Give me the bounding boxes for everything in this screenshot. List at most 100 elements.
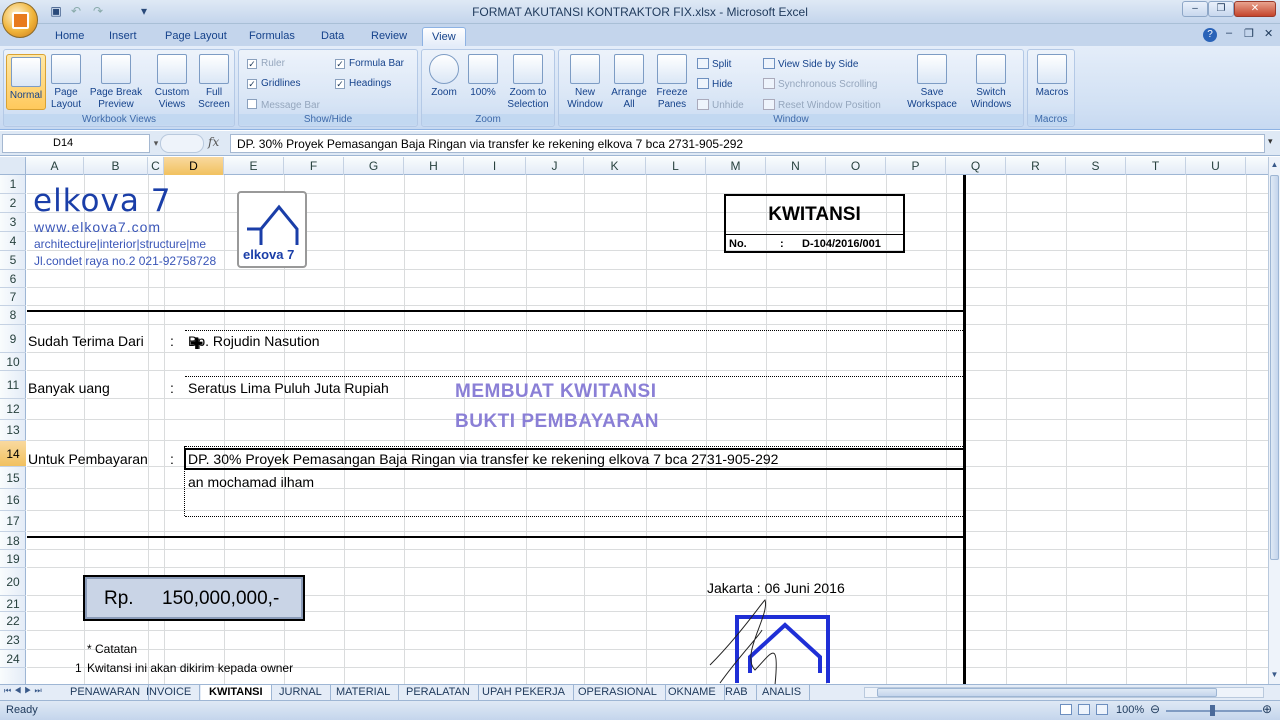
column-header-s[interactable]: S bbox=[1066, 157, 1126, 175]
expand-formula-bar-icon[interactable]: ▾ bbox=[1268, 136, 1273, 147]
save-icon[interactable]: ▣ bbox=[48, 4, 64, 19]
zoom-in-icon[interactable]: ⊕ bbox=[1262, 702, 1272, 716]
formula-bar-checkbox[interactable]: ✓ Formula Bar bbox=[335, 58, 404, 69]
zoom-slider-thumb[interactable] bbox=[1210, 705, 1215, 716]
full-screen-button[interactable]: Full Screen bbox=[196, 54, 232, 111]
page-layout-view-button[interactable]: Page Layout bbox=[48, 54, 84, 111]
switch-windows-icon bbox=[976, 54, 1006, 84]
split-button[interactable]: Split bbox=[697, 58, 731, 70]
select-all-corner[interactable] bbox=[0, 157, 26, 175]
switch-windows-button[interactable]: Switch Windows bbox=[963, 54, 1019, 111]
normal-view-button[interactable]: Normal bbox=[6, 54, 46, 110]
sheet-tab-material[interactable]: MATERIAL bbox=[328, 685, 400, 700]
minimize-button[interactable]: – bbox=[1182, 1, 1208, 17]
column-header-h[interactable]: H bbox=[404, 157, 464, 175]
sheet-tab-invoice[interactable]: INVOICE bbox=[138, 685, 201, 700]
horizontal-scroll-thumb[interactable] bbox=[877, 688, 1217, 697]
tab-page-layout[interactable]: Page Layout bbox=[156, 27, 236, 46]
page-break-preview-button[interactable]: Page Break Preview bbox=[86, 54, 146, 111]
macros-icon bbox=[1037, 54, 1067, 84]
zoom-out-icon[interactable]: ⊖ bbox=[1150, 702, 1160, 716]
macros-button[interactable]: Macros bbox=[1032, 54, 1072, 99]
view-side-by-side-button[interactable]: View Side by Side bbox=[763, 58, 858, 70]
workbook-minimize-icon[interactable]: – bbox=[1226, 27, 1232, 39]
scroll-up-icon[interactable]: ▲ bbox=[1269, 157, 1280, 173]
column-header-p[interactable]: P bbox=[886, 157, 946, 175]
normal-view-status-icon[interactable] bbox=[1060, 704, 1072, 715]
scroll-down-icon[interactable]: ▼ bbox=[1269, 667, 1280, 683]
office-button[interactable] bbox=[2, 2, 38, 38]
headings-checkbox[interactable]: ✓ Headings bbox=[335, 78, 391, 89]
arrange-all-button[interactable]: Arrange All bbox=[609, 54, 649, 111]
tab-review[interactable]: Review bbox=[362, 27, 416, 46]
sheet-tab-jurnal[interactable]: JURNAL bbox=[271, 685, 331, 700]
sheet-tab-peralatan[interactable]: PERALATAN bbox=[398, 685, 479, 700]
page-layout-status-icon[interactable] bbox=[1078, 704, 1090, 715]
horizontal-scrollbar[interactable] bbox=[864, 687, 1264, 698]
column-header-a[interactable]: A bbox=[26, 157, 84, 175]
sheet-tab-rab[interactable]: RAB bbox=[717, 685, 757, 700]
column-header-r[interactable]: R bbox=[1006, 157, 1066, 175]
zoom-button[interactable]: Zoom bbox=[426, 54, 462, 99]
column-header-f[interactable]: F bbox=[284, 157, 344, 175]
column-header-q[interactable]: Q bbox=[946, 157, 1006, 175]
sheet-tab-kwitansi[interactable]: KWITANSI bbox=[201, 685, 272, 700]
column-header-k[interactable]: K bbox=[584, 157, 646, 175]
zoom-to-selection-button[interactable]: Zoom to Selection bbox=[504, 54, 552, 111]
cell-cursor-icon: ✚ bbox=[190, 336, 204, 353]
column-header-l[interactable]: L bbox=[646, 157, 706, 175]
column-header-t[interactable]: T bbox=[1126, 157, 1186, 175]
zoom-100-button[interactable]: 100% bbox=[466, 54, 500, 99]
sheet-tab-upah-pekerja[interactable]: UPAH PEKERJA bbox=[474, 685, 574, 700]
hide-button[interactable]: Hide bbox=[697, 78, 733, 90]
column-header-o[interactable]: O bbox=[826, 157, 886, 175]
column-header-b[interactable]: B bbox=[84, 157, 148, 175]
vertical-scrollbar[interactable]: ▲ ▼ bbox=[1268, 157, 1280, 684]
tab-home[interactable]: Home bbox=[46, 27, 93, 46]
formula-input[interactable]: DP. 30% Proyek Pemasangan Baja Ringan vi… bbox=[230, 134, 1265, 153]
zoom-level[interactable]: 100% bbox=[1116, 704, 1144, 716]
gridlines-checkbox[interactable]: ✓ Gridlines bbox=[247, 78, 300, 89]
close-button[interactable]: ✕ bbox=[1234, 1, 1276, 17]
name-box[interactable]: D14 bbox=[2, 134, 150, 153]
custom-views-button[interactable]: Custom Views bbox=[150, 54, 194, 111]
workbook-close-icon[interactable]: ✕ bbox=[1264, 27, 1273, 40]
column-header-i[interactable]: I bbox=[464, 157, 526, 175]
column-header-j[interactable]: J bbox=[526, 157, 584, 175]
workbook-restore-icon[interactable]: ❐ bbox=[1244, 27, 1254, 40]
customize-qat-icon[interactable]: ▾ bbox=[136, 4, 152, 19]
tab-data[interactable]: Data bbox=[312, 27, 353, 46]
scroll-thumb[interactable] bbox=[1270, 175, 1279, 560]
checkbox-icon: ✓ bbox=[335, 79, 345, 89]
column-header-u[interactable]: U bbox=[1186, 157, 1246, 175]
new-window-button[interactable]: New Window bbox=[563, 54, 607, 111]
freeze-panes-button[interactable]: Freeze Panes bbox=[651, 54, 693, 111]
restore-button[interactable]: ❐ bbox=[1208, 1, 1234, 17]
sheet-tab-analis[interactable]: ANALIS bbox=[754, 685, 811, 700]
tab-formulas[interactable]: Formulas bbox=[240, 27, 304, 46]
column-header-m[interactable]: M bbox=[706, 157, 766, 175]
sheet-tab-okname[interactable]: OKNAME bbox=[660, 685, 725, 700]
column-header-e[interactable]: E bbox=[224, 157, 284, 175]
insert-function-icon[interactable]: fx bbox=[208, 135, 219, 149]
sheet-nav-icons[interactable]: ⏮◀▶⏭ bbox=[4, 686, 45, 696]
column-header-n[interactable]: N bbox=[766, 157, 826, 175]
column-header-g[interactable]: G bbox=[344, 157, 404, 175]
message-bar-checkbox[interactable]: Message Bar bbox=[247, 99, 320, 111]
help-icon[interactable]: ? bbox=[1203, 28, 1217, 42]
column-header-c[interactable]: C bbox=[148, 157, 164, 175]
undo-icon[interactable]: ↶ bbox=[68, 4, 84, 19]
sheet-tab-operasional[interactable]: OPERASIONAL bbox=[570, 685, 666, 700]
reset-window-position-button[interactable]: Reset Window Position bbox=[763, 99, 881, 111]
sheet-tab-penawaran[interactable]: PENAWARAN bbox=[62, 685, 150, 700]
ruler-checkbox[interactable]: ✓ Ruler bbox=[247, 58, 285, 69]
save-workspace-button[interactable]: Save Workspace bbox=[905, 54, 959, 111]
tab-insert[interactable]: Insert bbox=[100, 27, 146, 46]
page-break-status-icon[interactable] bbox=[1096, 704, 1108, 715]
redo-icon[interactable]: ↷ bbox=[90, 4, 106, 19]
formula-bar-divider[interactable] bbox=[160, 134, 204, 153]
tab-view[interactable]: View bbox=[422, 27, 466, 46]
unhide-button[interactable]: Unhide bbox=[697, 99, 744, 111]
column-header-d[interactable]: D bbox=[164, 157, 224, 175]
synchronous-scrolling-button[interactable]: Synchronous Scrolling bbox=[763, 78, 878, 90]
